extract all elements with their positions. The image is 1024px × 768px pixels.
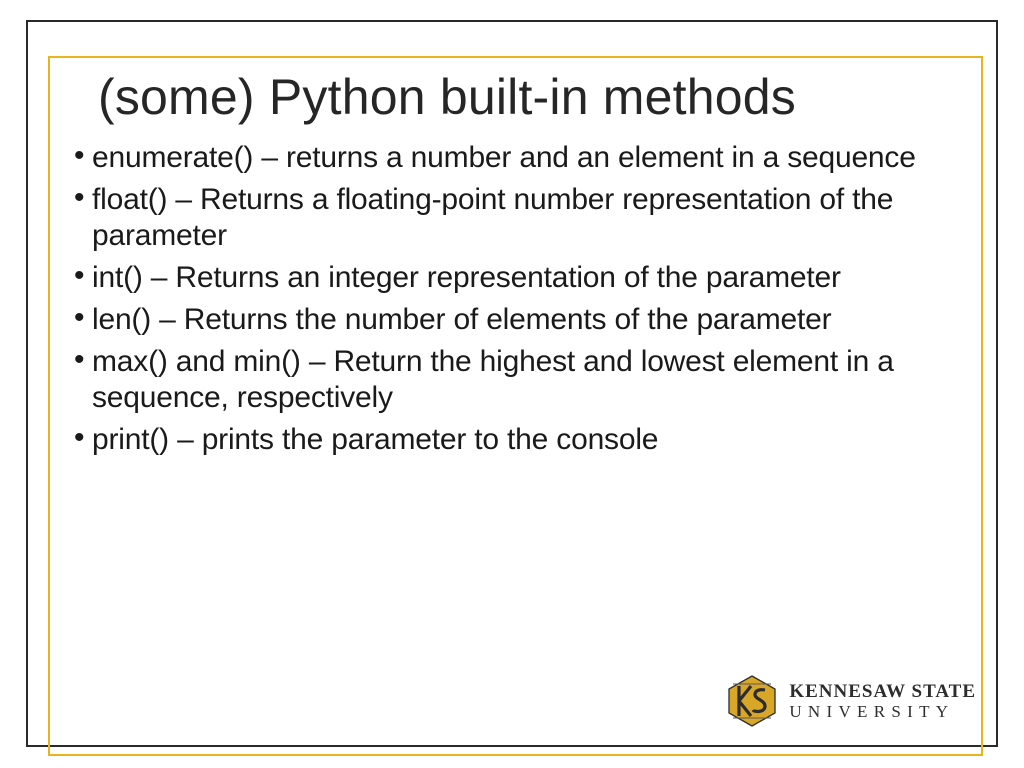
bullet-list: enumerate() – returns a number and an el… xyxy=(70,140,970,458)
slide-content: (some) Python built-in methods enumerate… xyxy=(70,68,970,464)
list-item: max() and min() – Return the highest and… xyxy=(74,344,970,416)
list-item: len() – Returns the number of elements o… xyxy=(74,302,970,338)
list-item: int() – Returns an integer representatio… xyxy=(74,260,970,296)
slide-title: (some) Python built-in methods xyxy=(98,68,970,126)
university-logo: KENNESAW STATE UNIVERSITY xyxy=(725,674,976,728)
logo-text: KENNESAW STATE UNIVERSITY xyxy=(789,682,976,720)
list-item: float() – Returns a floating-point numbe… xyxy=(74,182,970,254)
logo-line-1: KENNESAW STATE xyxy=(789,682,976,701)
ks-monogram-icon xyxy=(725,674,779,728)
list-item: print() – prints the parameter to the co… xyxy=(74,422,970,458)
logo-line-2: UNIVERSITY xyxy=(789,703,976,720)
list-item: enumerate() – returns a number and an el… xyxy=(74,140,970,176)
